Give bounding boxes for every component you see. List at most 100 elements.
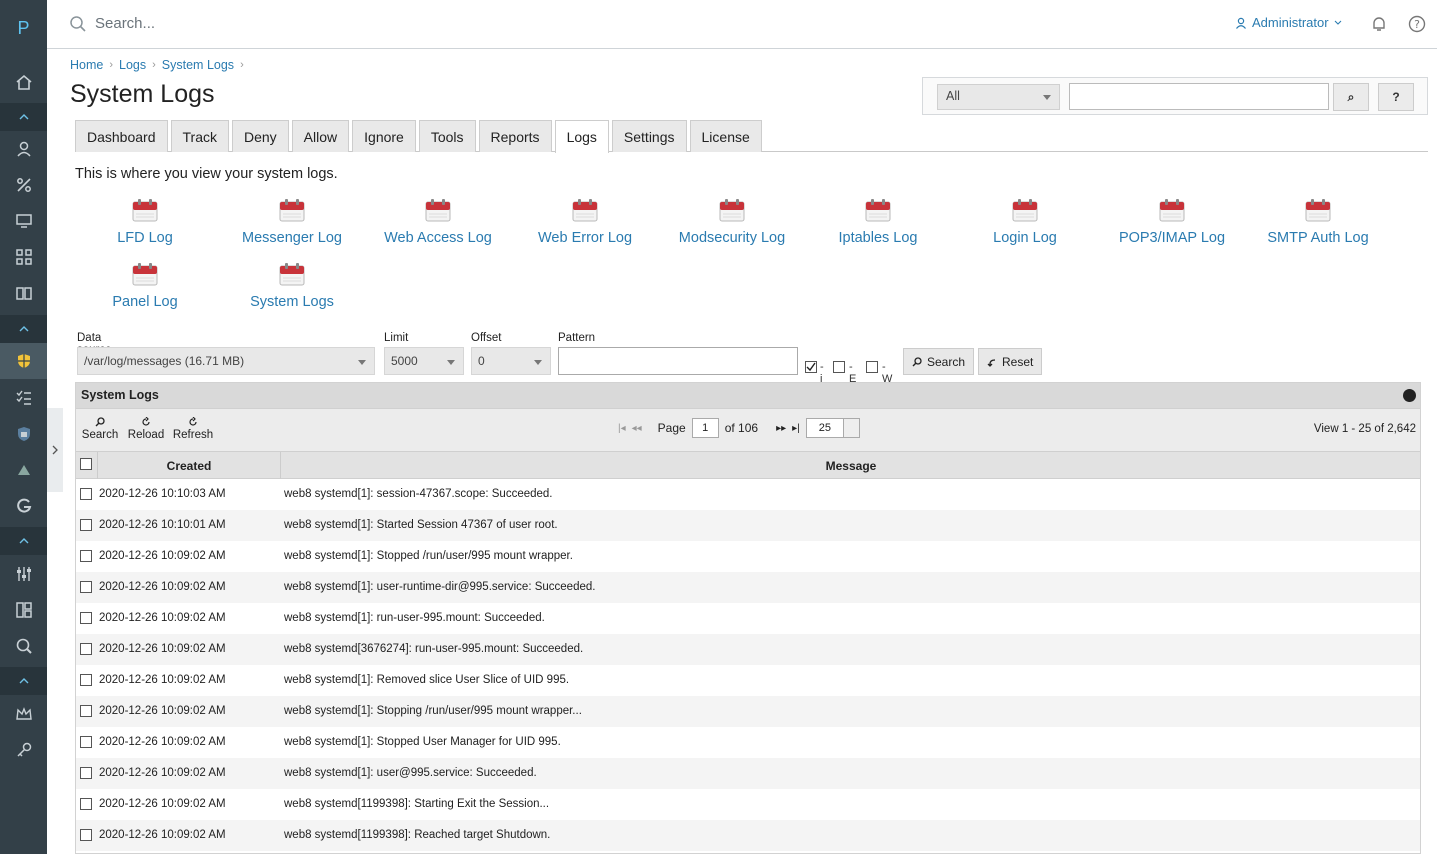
table-row[interactable]: 2020-12-26 10:09:02 AM web8 systemd[1]: S… bbox=[76, 696, 1420, 727]
sidebar-expander[interactable] bbox=[47, 408, 63, 492]
tab-settings[interactable]: Settings bbox=[611, 120, 687, 152]
module-search-button[interactable]: ⌕ bbox=[1333, 83, 1369, 111]
percent-icon[interactable] bbox=[0, 167, 47, 203]
row-checkbox[interactable] bbox=[80, 519, 92, 531]
user-menu[interactable]: Administrator bbox=[1235, 15, 1342, 30]
log-link-modsecurity[interactable]: Modsecurity Log bbox=[659, 198, 805, 246]
tab-license[interactable]: License bbox=[689, 120, 762, 152]
tab-reports[interactable]: Reports bbox=[478, 120, 552, 152]
tab-logs[interactable]: Logs bbox=[554, 120, 609, 153]
grid-reload-button[interactable]: Reload bbox=[126, 417, 166, 441]
column-header-created[interactable]: Created bbox=[98, 452, 281, 479]
limit-select[interactable]: 5000 bbox=[384, 347, 464, 375]
bird-icon[interactable] bbox=[0, 452, 47, 488]
log-link-smtp-auth[interactable]: SMTP Auth Log bbox=[1245, 198, 1391, 246]
extended-regex-checkbox[interactable] bbox=[833, 361, 845, 373]
table-row[interactable]: 2020-12-26 10:09:02 AM web8 systemd[11993… bbox=[76, 789, 1420, 820]
collapse-up-icon[interactable] bbox=[0, 667, 47, 695]
notifications-icon[interactable] bbox=[1369, 14, 1389, 38]
help-icon[interactable]: ? bbox=[1407, 14, 1427, 38]
home-icon[interactable] bbox=[0, 64, 47, 100]
book-icon[interactable] bbox=[0, 275, 47, 311]
word-match-checkbox[interactable] bbox=[866, 361, 878, 373]
next-page-icon[interactable]: ▸▸ bbox=[776, 423, 786, 434]
row-checkbox[interactable] bbox=[80, 674, 92, 686]
g-icon[interactable] bbox=[0, 488, 47, 524]
row-checkbox[interactable] bbox=[80, 798, 92, 810]
collapse-up-icon[interactable] bbox=[0, 315, 47, 343]
table-row[interactable]: 2020-12-26 10:09:02 AM web8 systemd[11993… bbox=[76, 820, 1420, 851]
log-link-panel[interactable]: Panel Log bbox=[72, 262, 218, 310]
user-icon[interactable] bbox=[0, 131, 47, 167]
page-input[interactable]: 1 bbox=[691, 418, 719, 438]
log-link-messenger[interactable]: Messenger Log bbox=[219, 198, 365, 246]
breadcrumb-logs[interactable]: Logs bbox=[119, 58, 146, 72]
row-checkbox[interactable] bbox=[80, 550, 92, 562]
row-checkbox[interactable] bbox=[80, 612, 92, 624]
offset-select[interactable]: 0 bbox=[471, 347, 551, 375]
help-button[interactable]: ? bbox=[1378, 83, 1414, 111]
apps-icon[interactable] bbox=[0, 239, 47, 275]
tab-tools[interactable]: Tools bbox=[418, 120, 476, 152]
reset-button[interactable]: Reset bbox=[978, 348, 1043, 375]
table-row[interactable]: 2020-12-26 10:09:02 AM web8 systemd[1]: R… bbox=[76, 665, 1420, 696]
log-link-web-error[interactable]: Web Error Log bbox=[512, 198, 658, 246]
table-row[interactable]: 2020-12-26 10:09:02 AM web8 systemd[1]: u… bbox=[76, 758, 1420, 789]
crown-icon[interactable] bbox=[0, 696, 47, 732]
table-row[interactable]: 2020-12-26 10:10:03 AM web8 systemd[1]: s… bbox=[76, 479, 1420, 510]
shield-icon[interactable] bbox=[0, 343, 47, 379]
product-logo[interactable]: P bbox=[0, 18, 47, 39]
log-link-system[interactable]: System Logs bbox=[219, 262, 365, 310]
tab-allow[interactable]: Allow bbox=[291, 120, 350, 152]
grid-refresh-button[interactable]: Refresh bbox=[172, 417, 214, 441]
table-row[interactable]: 2020-12-26 10:09:02 AM web8 systemd[36762… bbox=[76, 634, 1420, 665]
log-link-lfd[interactable]: LFD Log bbox=[72, 198, 218, 246]
monitor-icon[interactable] bbox=[0, 203, 47, 239]
pattern-input[interactable] bbox=[558, 347, 798, 375]
row-checkbox[interactable] bbox=[80, 488, 92, 500]
last-page-icon[interactable]: ▸| bbox=[792, 423, 800, 434]
security-icon[interactable] bbox=[0, 416, 47, 452]
log-link-iptables[interactable]: Iptables Log bbox=[805, 198, 951, 246]
log-link-web-access[interactable]: Web Access Log bbox=[365, 198, 511, 246]
row-checkbox[interactable] bbox=[80, 736, 92, 748]
breadcrumb-system-logs[interactable]: System Logs bbox=[162, 58, 234, 72]
tab-deny[interactable]: Deny bbox=[231, 120, 289, 152]
case-insensitive-checkbox[interactable] bbox=[805, 361, 817, 373]
search-button[interactable]: Search bbox=[903, 348, 975, 375]
log-link-pop3-imap[interactable]: POP3/IMAP Log bbox=[1099, 198, 1245, 246]
row-checkbox[interactable] bbox=[80, 643, 92, 655]
first-page-icon[interactable]: |◂ bbox=[618, 423, 626, 434]
data-source-select[interactable]: /var/log/messages (16.71 MB) bbox=[77, 347, 375, 375]
key-icon[interactable] bbox=[0, 732, 47, 768]
column-header-message[interactable]: Message bbox=[282, 452, 1420, 479]
sliders-icon[interactable] bbox=[0, 556, 47, 592]
table-row[interactable]: 2020-12-26 10:09:02 AM web8 systemd[1]: r… bbox=[76, 603, 1420, 634]
collapse-icon[interactable] bbox=[1403, 389, 1416, 402]
breadcrumb-home[interactable]: Home bbox=[70, 58, 103, 72]
tab-track[interactable]: Track bbox=[170, 120, 229, 152]
log-link-login[interactable]: Login Log bbox=[952, 198, 1098, 246]
table-row[interactable]: 2020-12-26 10:09:02 AM web8 systemd[1]: S… bbox=[76, 727, 1420, 758]
select-all-checkbox[interactable] bbox=[80, 458, 92, 470]
search-zoom-icon[interactable] bbox=[0, 628, 47, 664]
row-checkbox[interactable] bbox=[80, 705, 92, 717]
table-row[interactable]: 2020-12-26 10:10:01 AM web8 systemd[1]: S… bbox=[76, 510, 1420, 541]
table-row[interactable]: 2020-12-26 10:09:02 AM web8 systemd[1]: S… bbox=[76, 541, 1420, 572]
collapse-up-icon[interactable] bbox=[0, 103, 47, 131]
grid-search-button[interactable]: Search bbox=[81, 417, 119, 441]
prev-page-icon[interactable]: ◂◂ bbox=[632, 423, 642, 434]
rows-per-page-select[interactable]: 25 bbox=[805, 418, 860, 438]
layout-icon[interactable] bbox=[0, 592, 47, 628]
row-checkbox[interactable] bbox=[80, 767, 92, 779]
row-checkbox[interactable] bbox=[80, 829, 92, 841]
tab-ignore[interactable]: Ignore bbox=[352, 120, 416, 152]
row-checkbox[interactable] bbox=[80, 581, 92, 593]
checklist-icon[interactable] bbox=[0, 380, 47, 416]
table-row[interactable]: 2020-12-26 10:09:02 AM web8 systemd[1]: u… bbox=[76, 572, 1420, 603]
search-scope-select[interactable]: All bbox=[937, 84, 1060, 110]
collapse-up-icon[interactable] bbox=[0, 527, 47, 555]
module-search-input[interactable] bbox=[1069, 83, 1329, 110]
global-search-input[interactable]: Search... bbox=[95, 15, 155, 32]
tab-dashboard[interactable]: Dashboard bbox=[75, 120, 168, 152]
